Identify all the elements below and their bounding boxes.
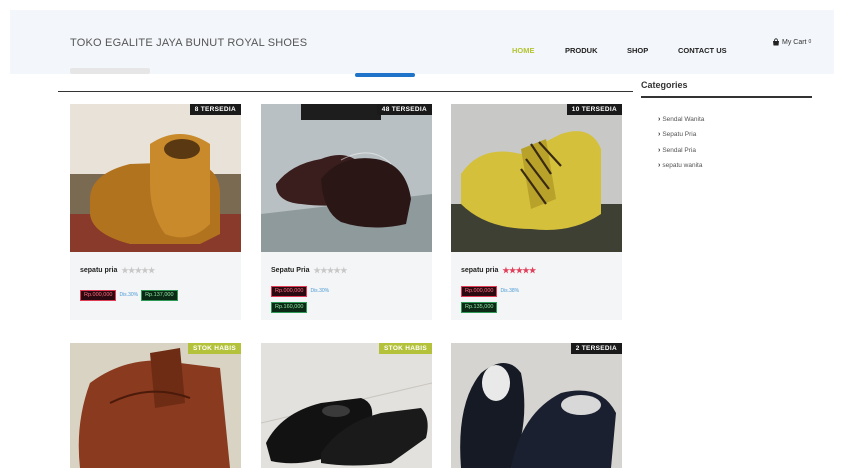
stock-badge: STOK HABIS [188,343,241,354]
product-name[interactable]: Sepatu Pria [271,267,310,274]
price-new: Rp.160,000 [271,302,308,313]
discount-label: Dis.30% [310,288,330,294]
price-new: Rp.137,000 [141,290,178,301]
price-row: Rp.000,000 Dis.30% [271,286,329,297]
nav-contact-us[interactable]: CONTACT US [678,46,727,55]
chevron-right-icon: › [658,131,661,139]
category-list: › Sendal Wanita › Sepatu Pria › Sendal Pria… [658,112,704,174]
category-label: Sepatu Pria [662,131,697,139]
section-tab-indicator [355,73,415,77]
product-card[interactable]: 48 TERSEDIA Sepatu Pria ★★★★★ Rp.000,000… [261,104,432,320]
product-image[interactable]: 8 TERSEDIA [70,104,241,252]
brand-title[interactable]: TOKO EGALITE JAYA BUNUT ROYAL SHOES [70,37,307,49]
product-name-row: Sepatu Pria ★★★★★ [271,266,347,275]
stock-badge: STOK HABIS [379,343,432,354]
product-card[interactable]: STOK HABIS [261,343,432,468]
faded-heading [70,68,150,74]
cart-count: 0 [808,39,812,45]
product-name[interactable]: sepatu pria [80,267,117,274]
category-label: Sendal Pria [662,146,696,154]
price-old: Rp.000,000 [461,286,498,297]
stock-badge: 10 TERSEDIA [566,104,622,115]
product-image[interactable]: 2 TERSEDIA [451,343,622,468]
product-name-row: sepatu pria ★★★★★ [80,266,155,275]
product-name-row: sepatu pria ★★★★★ [461,266,536,275]
stock-badge: 8 TERSEDIA [189,104,241,115]
price-row: Rp.000,000 Dis.38% [461,286,519,297]
chevron-right-icon: › [658,115,661,123]
category-label: sepatu wanita [662,162,703,170]
categories-divider [641,96,812,98]
price-row-2: Rp.135,000 [461,302,498,313]
star-rating-icon: ★★★★★ [121,266,155,275]
cart-label: My Cart [782,38,807,46]
product-image[interactable]: STOK HABIS [261,343,432,468]
discount-label: Dis.38% [500,288,520,294]
content-divider [58,91,633,92]
nav-produk[interactable]: PRODUK [565,46,598,55]
star-rating-icon: ★★★★★ [313,266,348,275]
chevron-right-icon: › [658,162,661,170]
categories-title: Categories [641,80,688,90]
price-old: Rp.000,000 [271,286,308,297]
category-item[interactable]: › Sepatu Pria [658,128,704,144]
category-item[interactable]: › Sendal Pria [658,143,704,159]
product-info: Sepatu Pria ★★★★★ Rp.000,000 Dis.30% Rp.… [261,252,432,320]
category-item[interactable]: › sepatu wanita [658,159,704,175]
product-image[interactable]: 10 TERSEDIA [451,104,622,252]
category-label: Sendal Wanita [662,115,705,123]
page: TOKO EGALITE JAYA BUNUT ROYAL SHOES HOME… [0,0,844,468]
cart-link[interactable]: My Cart 0 [772,38,811,46]
chevron-right-icon: › [658,146,661,154]
star-rating-icon: ★★★★★ [502,266,536,275]
product-info: sepatu pria ★★★★★ Rp.000,000 Dis.30% Rp.… [70,252,241,320]
discount-label: Dis.30% [119,292,139,298]
stock-badge: 2 TERSEDIA [570,343,622,354]
product-image[interactable]: 48 TERSEDIA [261,104,432,252]
product-card[interactable]: 2 TERSEDIA [451,343,622,468]
top-navbar: TOKO EGALITE JAYA BUNUT ROYAL SHOES HOME… [10,10,834,74]
product-card[interactable]: 10 TERSEDIA sepatu pria ★★★★★ Rp.000,000… [451,104,622,320]
nav-home[interactable]: HOME [512,46,535,55]
price-new: Rp.135,000 [461,302,498,313]
product-card[interactable]: STOK HABIS [70,343,241,468]
stock-badge: 48 TERSEDIA [376,104,432,115]
product-card[interactable]: 8 TERSEDIA sepatu pria ★★★★★ Rp.000,000 … [70,104,241,320]
price-row: Rp.000,000 Dis.30% Rp.137,000 [80,290,178,301]
category-item[interactable]: › Sendal Wanita [658,112,704,128]
price-row-2: Rp.160,000 [271,302,308,313]
product-info: sepatu pria ★★★★★ Rp.000,000 Dis.38% Rp.… [451,252,622,320]
product-name[interactable]: sepatu pria [461,267,498,274]
product-image[interactable]: STOK HABIS [70,343,241,468]
nav-shop[interactable]: SHOP [627,46,648,55]
price-old: Rp.000,000 [80,290,117,301]
shopping-bag-icon [772,38,780,46]
